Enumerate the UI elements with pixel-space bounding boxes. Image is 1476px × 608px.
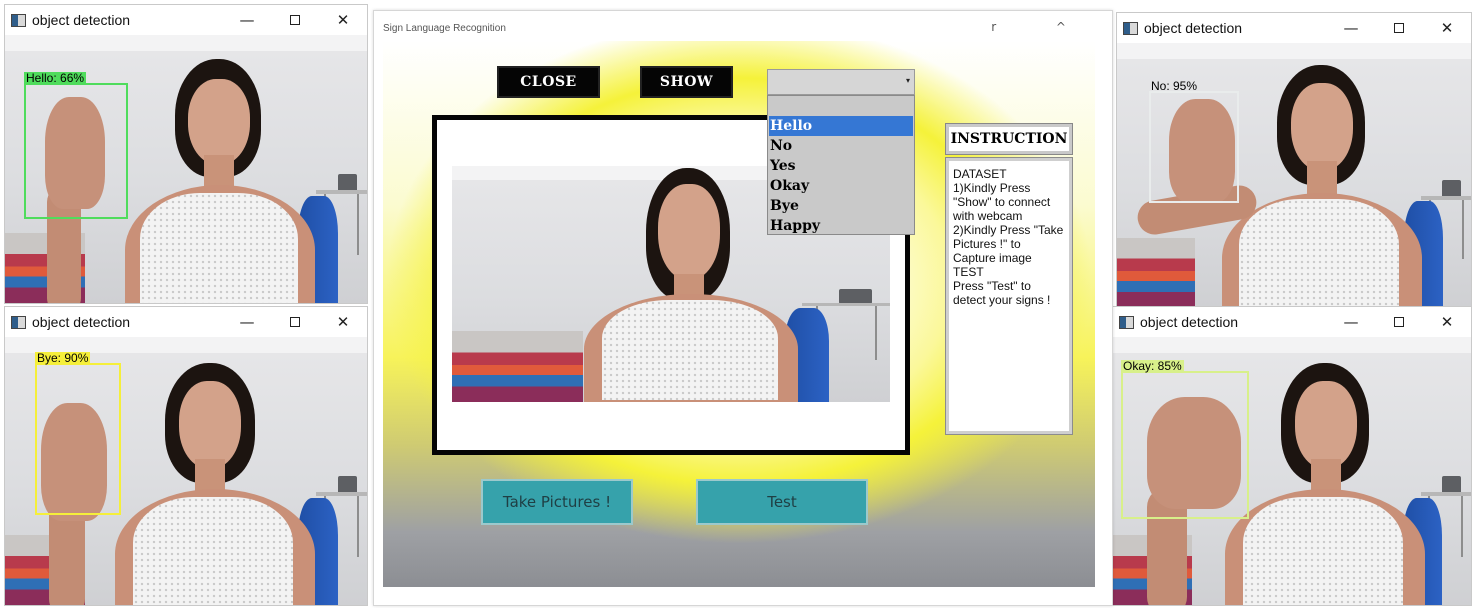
window-title: object detection	[1140, 314, 1239, 330]
dropdown-option[interactable]: No	[769, 136, 913, 156]
close-button[interactable]: CLOSE	[497, 66, 600, 98]
instruction-title: INSTRUCTION	[945, 123, 1073, 155]
instruction-line: "Show" to connect	[953, 195, 1051, 209]
minimize-button[interactable]: —	[223, 5, 271, 35]
detection-window-bye: object detection — ✕ Bye: 90%	[4, 306, 368, 606]
window-titlebar[interactable]: object detection — ✕	[5, 5, 367, 35]
close-button[interactable]: ✕	[319, 5, 367, 35]
window-title: object detection	[1144, 20, 1243, 36]
chevron-down-icon: ▾	[905, 76, 910, 85]
detection-box: Bye: 90%	[35, 352, 121, 515]
maximize-icon	[290, 15, 300, 25]
instruction-line: Press "Test" to	[953, 279, 1031, 293]
dropdown-option[interactable]: Happy	[769, 216, 913, 236]
instruction-line: 2)Kindly Press "Take	[953, 223, 1064, 237]
instruction-line: with webcam	[953, 209, 1023, 223]
detection-window-okay: object detection — ✕ Okay: 85%	[1112, 306, 1472, 606]
app-icon	[1123, 21, 1138, 35]
webcam-feed: No: 95%	[1117, 43, 1471, 307]
instruction-line: detect your signs !	[953, 293, 1051, 307]
detection-label: Hello: 66%	[24, 71, 87, 85]
window-titlebar[interactable]: object detection — ✕	[1117, 13, 1471, 43]
window-titlebar[interactable]: object detection — ✕	[5, 307, 367, 337]
maximize-button[interactable]	[1375, 13, 1423, 43]
sign-select[interactable]: ▾	[767, 69, 915, 95]
close-button[interactable]: ✕	[319, 307, 367, 337]
dropdown-option[interactable]: Yes	[769, 156, 913, 176]
maximize-icon	[1394, 23, 1404, 33]
test-button[interactable]: Test	[696, 479, 868, 525]
take-pictures-button[interactable]: Take Pictures !	[481, 479, 633, 525]
app-canvas: CLOSE SHOW ▾ Hello No Yes Okay Bye Happy…	[383, 41, 1095, 587]
webcam-feed: Bye: 90%	[5, 337, 367, 605]
minimize-button[interactable]: —	[1327, 307, 1375, 337]
app-icon	[11, 315, 26, 329]
detection-window-hello: object detection — ✕ Hello: 66%	[4, 4, 368, 304]
detection-box: Hello: 66%	[24, 72, 128, 219]
minimize-button[interactable]: —	[1327, 13, 1375, 43]
detection-label: Bye: 90%	[35, 351, 91, 365]
window-title: object detection	[32, 12, 131, 28]
webcam-feed: Hello: 66%	[5, 35, 367, 303]
dropdown-option[interactable]: Bye	[769, 196, 913, 216]
instruction-line: Pictures !" to	[953, 237, 1021, 251]
close-button[interactable]: ✕	[1423, 13, 1471, 43]
app-title-controls[interactable]: r ^	[991, 20, 1094, 34]
detection-label: No: 95%	[1151, 79, 1198, 93]
maximize-icon	[290, 317, 300, 327]
app-title: Sign Language Recognition	[383, 23, 506, 34]
instruction-line: 1)Kindly Press	[953, 181, 1031, 195]
sign-language-app-window: Sign Language Recognition r ^ CLOSE SHOW…	[373, 10, 1113, 606]
app-icon	[11, 13, 26, 27]
instruction-panel: DATASET 1)Kindly Press "Show" to connect…	[945, 157, 1073, 435]
close-button[interactable]: ✕	[1423, 307, 1471, 337]
instruction-line: Capture image	[953, 251, 1032, 265]
webcam-feed: Okay: 85%	[1113, 337, 1471, 605]
dropdown-option[interactable]: Okay	[769, 176, 913, 196]
window-titlebar[interactable]: object detection — ✕	[1113, 307, 1471, 337]
window-title: object detection	[32, 314, 131, 330]
detection-box: Okay: 85%	[1121, 360, 1249, 519]
maximize-button[interactable]	[271, 5, 319, 35]
detection-label: Okay: 85%	[1121, 359, 1184, 373]
detection-box: No: 95%	[1149, 80, 1239, 203]
maximize-icon	[1394, 317, 1404, 327]
instruction-line: TEST	[953, 265, 984, 279]
dropdown-option[interactable]: Hello	[769, 116, 913, 136]
maximize-button[interactable]	[271, 307, 319, 337]
show-button[interactable]: SHOW	[640, 66, 733, 98]
minimize-button[interactable]: —	[223, 307, 271, 337]
maximize-button[interactable]	[1375, 307, 1423, 337]
detection-window-no: object detection — ✕ No: 95%	[1116, 12, 1472, 308]
app-icon	[1119, 315, 1134, 329]
sign-dropdown-list: Hello No Yes Okay Bye Happy	[767, 95, 915, 235]
instruction-line: DATASET	[953, 167, 1007, 181]
